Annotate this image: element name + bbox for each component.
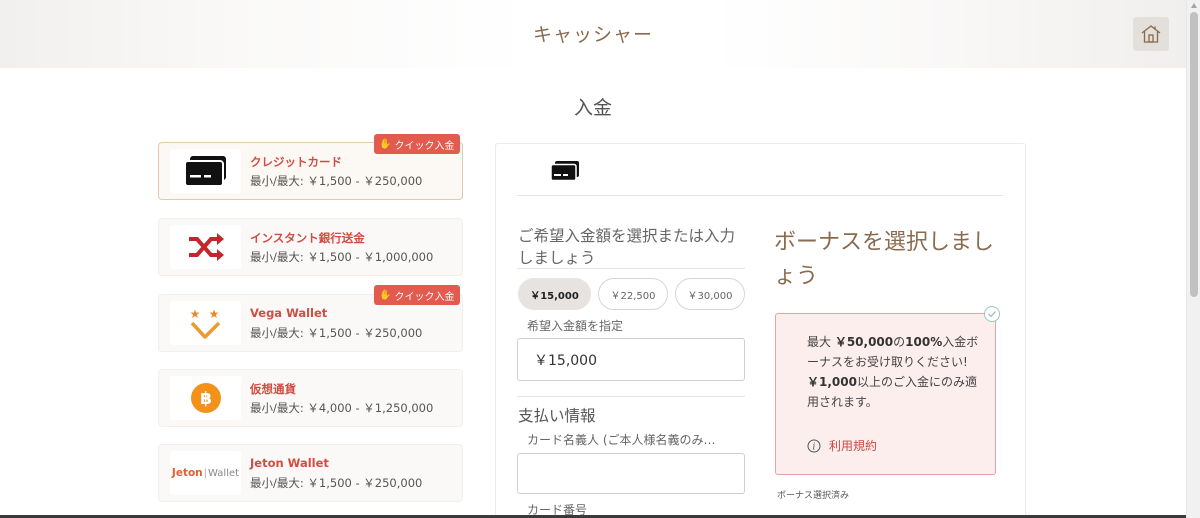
bonus-min-amount: ￥1,000	[807, 375, 857, 389]
method-range: 最小/最大: ￥1,500 - ￥250,000	[250, 326, 423, 340]
panel-divider	[517, 195, 1003, 196]
bonus-heading: ボーナスを選択しましょう	[774, 230, 995, 289]
terms-link[interactable]: i 利用規約	[807, 437, 877, 454]
hand-icon: ✋	[379, 289, 392, 301]
quick-deposit-badge: ✋ クイック入金	[374, 285, 461, 305]
info-icon: i	[807, 439, 821, 452]
scrollbar[interactable]	[1186, 0, 1200, 518]
bonus-percent: 100%	[905, 335, 943, 349]
amount-option-15000[interactable]: ￥15,000	[518, 278, 591, 310]
cashier-header: キャッシャー	[0, 0, 1186, 68]
method-crypto[interactable]: ฿ 仮想通貨 最小/最大: ￥4,000 - ￥1,250,000	[158, 369, 463, 427]
scroll-thumb[interactable]	[1190, 12, 1198, 297]
jeton-wallet-logo: Jeton | Wallet	[170, 451, 241, 495]
method-range: 最小/最大: ￥1,500 - ￥1,000,000	[250, 250, 434, 264]
section-title: 入金	[573, 97, 612, 119]
bonus-text-part: の	[893, 335, 906, 349]
logo-separator: |	[203, 467, 208, 479]
method-range: 最小/最大: ￥1,500 - ￥250,000	[250, 476, 423, 490]
svg-text:i: i	[813, 442, 816, 452]
amount-option-30000[interactable]: ￥30,000	[675, 278, 745, 310]
vega-wallet-logo: ★ ★	[189, 307, 220, 339]
amount-option-22500[interactable]: ￥22,500	[598, 278, 668, 310]
svg-text:★: ★	[208, 307, 219, 321]
logo-text: Jeton	[171, 467, 203, 479]
svg-text:฿: ฿	[200, 389, 212, 409]
method-logo	[170, 149, 241, 193]
cardholder-label: カード名義人 (ご本人様名義のみ…	[527, 433, 716, 447]
method-logo: ฿	[170, 376, 241, 420]
credit-card-icon	[183, 156, 226, 187]
svg-text:★: ★	[189, 307, 200, 321]
method-range: 最小/最大: ￥1,500 - ￥250,000	[250, 174, 423, 188]
method-name: インスタント銀行送金	[250, 231, 365, 245]
method-name: Vega Wallet	[250, 306, 328, 320]
quick-deposit-badge: ✋ クイック入金	[374, 134, 461, 154]
method-jeton-wallet[interactable]: Jeton | Wallet Jeton Wallet 最小/最大: ￥1,500 …	[158, 444, 463, 502]
bonus-description: 最大 ￥50,000の100%入金ボーナスをお受け取りください! ￥1,000以…	[807, 332, 979, 412]
method-name: 仮想通貨	[250, 382, 296, 396]
bitcoin-icon: ฿	[190, 383, 221, 413]
cardholder-input[interactable]	[517, 453, 745, 494]
method-logo: ★ ★	[170, 301, 241, 345]
bonus-check-icon	[984, 306, 1000, 322]
credit-card-icon	[550, 161, 579, 182]
method-name: Jeton Wallet	[250, 456, 329, 470]
hand-icon: ✋	[379, 138, 392, 150]
amount-input[interactable]: ￥15,000	[517, 338, 745, 381]
check-icon	[988, 311, 997, 318]
logo-text: Wallet	[208, 467, 240, 479]
bonus-text-part: 最大	[807, 335, 835, 349]
badge-label: クイック入金	[394, 140, 455, 152]
badge-label: クイック入金	[394, 291, 455, 303]
home-button[interactable]	[1133, 17, 1169, 51]
scroll-up-arrow-icon[interactable]	[1191, 3, 1197, 8]
bonus-selected-label: ボーナス選択済み	[777, 491, 850, 501]
method-name: クレジットカード	[250, 155, 342, 169]
method-instant-bank[interactable]: インスタント銀行送金 最小/最大: ￥1,500 - ￥1,000,000	[158, 218, 463, 276]
page-title: キャッシャー	[532, 24, 653, 46]
method-logo	[170, 225, 241, 269]
shuffle-icon	[188, 233, 224, 261]
home-icon	[1141, 25, 1161, 43]
bonus-card[interactable]: 最大 ￥50,000の100%入金ボーナスをお受け取りください! ￥1,000以…	[775, 313, 996, 475]
bonus-amount: ￥50,000	[834, 335, 894, 349]
terms-label: 利用規約	[829, 439, 878, 453]
divider	[517, 268, 745, 269]
payment-info-heading: 支払い情報	[518, 407, 596, 425]
divider	[517, 396, 745, 397]
method-range: 最小/最大: ￥4,000 - ￥1,250,000	[250, 401, 434, 415]
custom-amount-label: 希望入金額を指定	[527, 319, 624, 333]
amount-heading: ご希望入金額を選択または入力しましょう	[518, 227, 736, 267]
